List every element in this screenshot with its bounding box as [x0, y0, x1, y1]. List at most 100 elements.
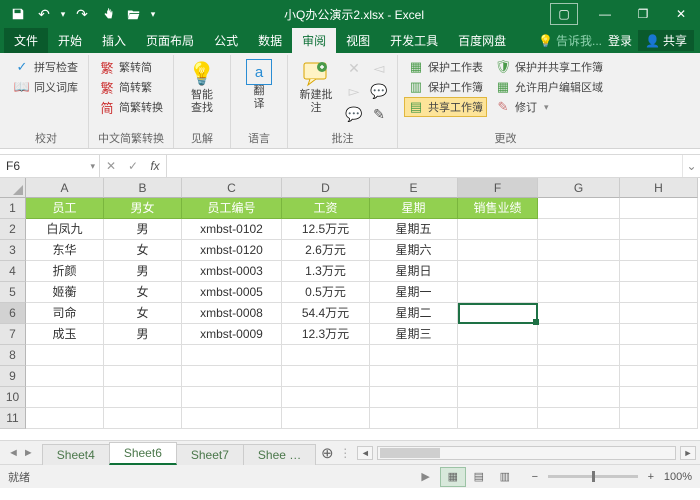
cell-H11[interactable]	[620, 408, 698, 429]
touch-mode-button[interactable]	[96, 2, 120, 26]
zoom-slider[interactable]	[548, 475, 638, 478]
cell-B2[interactable]: 男	[104, 219, 182, 240]
cell-E4[interactable]: 星期日	[370, 261, 458, 282]
sheet-tab-8[interactable]: Shee …	[243, 444, 316, 465]
tell-me[interactable]: 💡告诉我...	[538, 32, 602, 49]
scroll-track[interactable]	[377, 446, 676, 460]
tab-formulas[interactable]: 公式	[204, 28, 248, 53]
translate-button[interactable]: a 翻 译	[237, 57, 281, 113]
cell-C2[interactable]: xmbst-0102	[182, 219, 282, 240]
cell-G9[interactable]	[538, 366, 620, 387]
row-header-2[interactable]: 2	[0, 219, 26, 240]
tab-baidu[interactable]: 百度网盘	[448, 28, 516, 53]
col-header-B[interactable]: B	[104, 178, 182, 198]
cell-A3[interactable]: 东华	[26, 240, 104, 261]
cell-F8[interactable]	[458, 345, 538, 366]
cell-F11[interactable]	[458, 408, 538, 429]
cell-G10[interactable]	[538, 387, 620, 408]
row-header-10[interactable]: 10	[0, 387, 26, 408]
col-header-C[interactable]: C	[182, 178, 282, 198]
show-comment-button[interactable]: 💬	[367, 80, 391, 102]
cell-D5[interactable]: 0.5万元	[282, 282, 370, 303]
cell-E2[interactable]: 星期五	[370, 219, 458, 240]
cell-H10[interactable]	[620, 387, 698, 408]
thesaurus-button[interactable]: 📖同义词库	[10, 77, 82, 97]
cell-C9[interactable]	[182, 366, 282, 387]
share-workbook-button[interactable]: ▤共享工作簿	[404, 97, 487, 117]
ink-button[interactable]: ✎	[367, 103, 391, 125]
cell-G3[interactable]	[538, 240, 620, 261]
cell-D3[interactable]: 2.6万元	[282, 240, 370, 261]
col-header-G[interactable]: G	[538, 178, 620, 198]
name-box[interactable]: F6	[0, 155, 100, 177]
col-header-D[interactable]: D	[282, 178, 370, 198]
cell-D8[interactable]	[282, 345, 370, 366]
cell-B8[interactable]	[104, 345, 182, 366]
cell-E10[interactable]	[370, 387, 458, 408]
cell-D1[interactable]: 工资	[282, 198, 370, 219]
protect-workbook-button[interactable]: ▥保护工作簿	[404, 77, 487, 97]
tab-review[interactable]: 审阅	[292, 28, 336, 53]
cell-C10[interactable]	[182, 387, 282, 408]
row-header-11[interactable]: 11	[0, 408, 26, 429]
cell-G8[interactable]	[538, 345, 620, 366]
cell-D9[interactable]	[282, 366, 370, 387]
share-button[interactable]: 👤共享	[638, 30, 694, 51]
smart-lookup-button[interactable]: 💡 智能 查找	[180, 57, 224, 117]
row-header-6[interactable]: 6	[0, 303, 26, 324]
next-comment-button[interactable]: ▻	[342, 80, 366, 102]
cell-E6[interactable]: 星期二	[370, 303, 458, 324]
track-changes-button[interactable]: ✎修订▾	[491, 97, 607, 117]
row-header-7[interactable]: 7	[0, 324, 26, 345]
worksheet-area[interactable]: ABCDEFGH1员工男女员工编号工资星期销售业绩2白凤九男xmbst-0102…	[0, 178, 700, 440]
cell-A10[interactable]	[26, 387, 104, 408]
cell-E1[interactable]: 星期	[370, 198, 458, 219]
cell-F9[interactable]	[458, 366, 538, 387]
col-header-H[interactable]: H	[620, 178, 698, 198]
cell-B9[interactable]	[104, 366, 182, 387]
cell-A8[interactable]	[26, 345, 104, 366]
sheet-tab-7[interactable]: Sheet7	[176, 444, 244, 465]
cell-C1[interactable]: 员工编号	[182, 198, 282, 219]
cell-C4[interactable]: xmbst-0003	[182, 261, 282, 282]
cell-E7[interactable]: 星期三	[370, 324, 458, 345]
sheet-tab-4[interactable]: Sheet4	[42, 444, 110, 465]
cell-E9[interactable]	[370, 366, 458, 387]
cell-B10[interactable]	[104, 387, 182, 408]
row-header-4[interactable]: 4	[0, 261, 26, 282]
cell-D10[interactable]	[282, 387, 370, 408]
convert-button[interactable]: 简简繁转换	[95, 97, 167, 117]
cell-F1[interactable]: 销售业绩	[458, 198, 538, 219]
cell-H2[interactable]	[620, 219, 698, 240]
cell-C3[interactable]: xmbst-0120	[182, 240, 282, 261]
cell-F3[interactable]	[458, 240, 538, 261]
new-comment-button[interactable]: 新建批注	[294, 57, 338, 117]
cancel-icon[interactable]: ✕	[100, 159, 122, 173]
page-break-button[interactable]: ▥	[492, 467, 518, 487]
sheet-tab-6[interactable]: Sheet6	[109, 442, 177, 465]
save-button[interactable]	[6, 2, 30, 26]
cell-F5[interactable]	[458, 282, 538, 303]
cell-E11[interactable]	[370, 408, 458, 429]
cell-H7[interactable]	[620, 324, 698, 345]
row-header-1[interactable]: 1	[0, 198, 26, 219]
tab-insert[interactable]: 插入	[92, 28, 136, 53]
cell-A9[interactable]	[26, 366, 104, 387]
fx-icon[interactable]: fx	[144, 159, 166, 173]
delete-comment-button[interactable]: ✕	[342, 57, 366, 79]
scroll-right-button[interactable]: ►	[680, 446, 696, 460]
undo-dropdown-icon[interactable]: ▾	[58, 2, 68, 26]
cell-D11[interactable]	[282, 408, 370, 429]
cell-A11[interactable]	[26, 408, 104, 429]
redo-button[interactable]: ↷	[70, 2, 94, 26]
cell-H6[interactable]	[620, 303, 698, 324]
tab-home[interactable]: 开始	[48, 28, 92, 53]
trad-to-simp-button[interactable]: 繁繁转简	[95, 57, 167, 77]
cell-G1[interactable]	[538, 198, 620, 219]
cell-E5[interactable]: 星期一	[370, 282, 458, 303]
add-sheet-button[interactable]: ⊕	[315, 441, 339, 464]
cell-D4[interactable]: 1.3万元	[282, 261, 370, 282]
cell-A2[interactable]: 白凤九	[26, 219, 104, 240]
cell-A6[interactable]: 司命	[26, 303, 104, 324]
cell-H4[interactable]	[620, 261, 698, 282]
